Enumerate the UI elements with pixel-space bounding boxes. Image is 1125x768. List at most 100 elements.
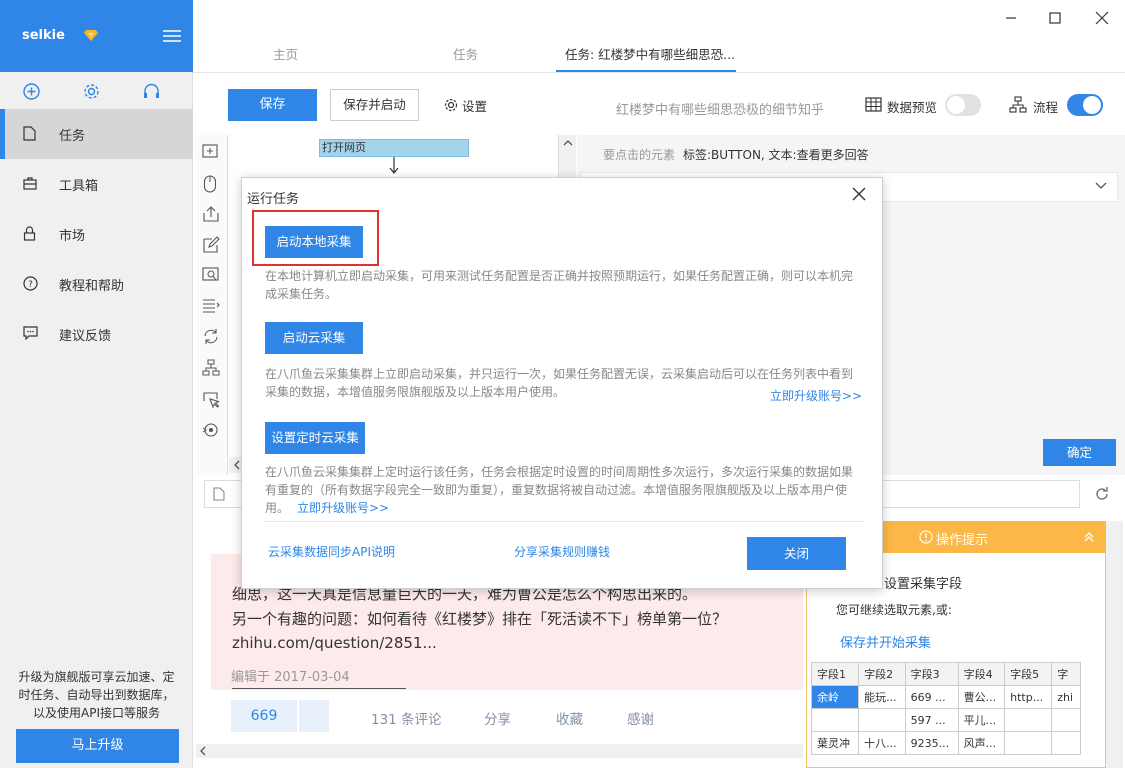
- close-window-icon[interactable]: [1092, 8, 1112, 28]
- tip-title: 设置采集字段: [884, 577, 963, 592]
- share-button[interactable]: 分享: [484, 708, 511, 728]
- divider: [193, 72, 1125, 73]
- table-header-cell: 字段1: [810, 662, 860, 686]
- maximize-icon[interactable]: [1045, 8, 1065, 28]
- sidebar-item-market[interactable]: 市场: [0, 209, 193, 259]
- headset-icon[interactable]: [143, 83, 160, 100]
- table-cell[interactable]: [858, 708, 906, 732]
- upgrade-account-link[interactable]: 立即升级账号>>: [770, 387, 862, 404]
- save-button[interactable]: 保存: [228, 89, 317, 121]
- table-row: 余岭 能玩... 669 ... 曹公... http... zhi: [810, 685, 1081, 709]
- sidebar-item-toolbox[interactable]: 工具箱: [0, 159, 193, 209]
- search-box-icon[interactable]: [202, 267, 220, 284]
- mouse-icon[interactable]: [203, 175, 217, 193]
- downvote-button[interactable]: [299, 700, 329, 732]
- table-cell[interactable]: 葉灵冲: [810, 731, 860, 755]
- table-cell[interactable]: 余岭: [810, 685, 860, 709]
- table-cell[interactable]: [1004, 708, 1053, 732]
- promo-line: 以及使用API接口等服务: [33, 706, 160, 720]
- comments-button[interactable]: 131 条评论: [371, 708, 442, 728]
- data-preview-toggle[interactable]: [945, 94, 981, 116]
- lock-icon: [23, 226, 36, 241]
- brand-bar: selkie: [0, 0, 193, 72]
- chevron-down-icon: [1095, 182, 1107, 190]
- minimize-icon[interactable]: [1001, 8, 1021, 28]
- table-cell[interactable]: [810, 708, 860, 732]
- sidebar-item-feedback[interactable]: 建议反馈: [0, 309, 193, 359]
- chevron-left-icon[interactable]: [233, 460, 241, 470]
- upload-icon[interactable]: [202, 205, 220, 222]
- schedule-cloud-run-button[interactable]: 设置定时云采集: [265, 422, 365, 454]
- flow-toggle[interactable]: [1067, 94, 1103, 116]
- start-cloud-run-button[interactable]: 启动云采集: [265, 322, 363, 354]
- table-cell[interactable]: 669 ...: [904, 685, 959, 709]
- toolbox-icon: [23, 176, 37, 190]
- table-cell[interactable]: 风声...: [957, 731, 1006, 755]
- save-and-run-button[interactable]: 保存并启动: [330, 89, 419, 121]
- list-icon[interactable]: [202, 298, 220, 313]
- table-cell[interactable]: http...: [1004, 685, 1053, 709]
- table-cell[interactable]: [1051, 708, 1081, 732]
- cursor-select-icon[interactable]: [202, 391, 220, 408]
- table-icon: [865, 97, 882, 112]
- tab-tasks[interactable]: 任务: [453, 44, 478, 63]
- refresh-icon[interactable]: [1094, 486, 1110, 502]
- gear-icon: [444, 98, 458, 112]
- close-dialog-button[interactable]: 关闭: [747, 537, 846, 570]
- close-icon[interactable]: [851, 186, 867, 202]
- branch-icon[interactable]: [202, 359, 220, 376]
- flow-label: 流程: [1033, 100, 1059, 115]
- table-header-cell: 字段2: [858, 662, 906, 686]
- collapse-icon[interactable]: [1083, 531, 1095, 543]
- table-cell[interactable]: [1051, 731, 1081, 755]
- settings-button[interactable]: 设置: [444, 96, 487, 115]
- upgrade-button[interactable]: 马上升级: [16, 729, 179, 763]
- favorite-button[interactable]: 收藏: [556, 708, 583, 728]
- data-preview-label: 数据预览: [887, 100, 938, 115]
- tab-home[interactable]: 主页: [273, 44, 298, 63]
- edited-date: 编辑于 2017-03-04: [231, 670, 350, 685]
- sidebar-item-label: 建议反馈: [59, 329, 112, 344]
- chevron-left-icon[interactable]: [199, 746, 207, 756]
- confirm-button[interactable]: 确定: [1043, 439, 1116, 466]
- flowchart-icon: [1009, 96, 1027, 113]
- api-doc-link[interactable]: 云采集数据同步API说明: [268, 543, 395, 560]
- table-cell[interactable]: 十八...: [858, 731, 906, 755]
- table-cell[interactable]: 平儿...: [957, 708, 1006, 732]
- table-cell[interactable]: 曹公...: [957, 685, 1006, 709]
- chevron-up-icon[interactable]: [563, 139, 573, 147]
- promo-line: 升级为旗舰版可享云加速、定: [18, 670, 175, 684]
- sidebar-item-help[interactable]: ? 教程和帮助: [0, 259, 193, 309]
- table-cell[interactable]: 9235...: [904, 731, 959, 755]
- flow-node-open-web[interactable]: 打开网页: [319, 139, 469, 157]
- start-local-run-button[interactable]: 启动本地采集: [265, 226, 363, 258]
- edit-icon[interactable]: [202, 236, 220, 253]
- table-cell[interactable]: 597 ...: [904, 708, 959, 732]
- table-cell[interactable]: 能玩...: [858, 685, 906, 709]
- save-and-start-link[interactable]: 保存并开始采集: [840, 632, 931, 651]
- table-cell[interactable]: zhi: [1051, 685, 1081, 709]
- toggle-knob: [947, 96, 965, 114]
- diamond-icon: [84, 29, 98, 42]
- loop-icon[interactable]: [202, 328, 220, 345]
- answer-link[interactable]: zhihu.com/question/2851...: [232, 634, 437, 652]
- target-icon[interactable]: [202, 421, 220, 439]
- sidebar-item-label: 工具箱: [59, 179, 99, 194]
- thanks-button[interactable]: 感谢: [627, 708, 654, 728]
- add-step-icon[interactable]: [202, 143, 220, 159]
- tip-header-label: 操作提示: [936, 533, 989, 548]
- tip-scrollbar[interactable]: [1106, 521, 1123, 768]
- browser-hscrollbar[interactable]: [196, 744, 803, 758]
- upgrade-promo: 升级为旗舰版可享云加速、定 时任务、自动导出到数据库， 以及使用API接口等服务: [10, 668, 183, 722]
- tab-current-task[interactable]: 任务: 红楼梦中有哪些细思恐...: [565, 44, 735, 63]
- settings-label: 设置: [462, 99, 488, 114]
- upvote-button[interactable]: 669: [231, 700, 297, 732]
- gear-icon[interactable]: [83, 83, 100, 100]
- table-cell[interactable]: [1004, 731, 1053, 755]
- add-circle-icon[interactable]: [23, 83, 40, 100]
- share-rules-link[interactable]: 分享采集规则赚钱: [514, 543, 610, 560]
- sidebar-item-tasks[interactable]: 任务: [0, 109, 193, 159]
- menu-icon[interactable]: [163, 30, 181, 42]
- upgrade-account-link[interactable]: 立即升级账号>>: [297, 499, 389, 516]
- table-row: 葉灵冲 十八... 9235... 风声...: [810, 731, 1081, 755]
